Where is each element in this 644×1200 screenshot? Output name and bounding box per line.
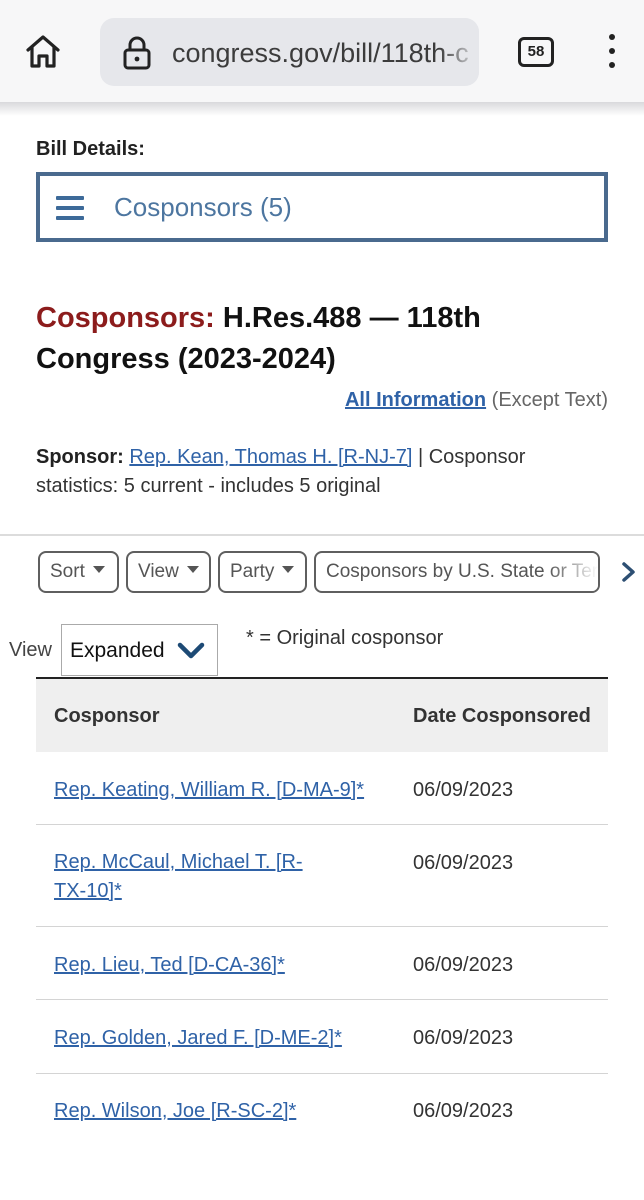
tab-switcher-button[interactable]: 58 — [518, 37, 554, 67]
sort-label: Sort — [50, 561, 85, 582]
column-header-date: Date Cosponsored — [413, 705, 591, 727]
sort-dropdown[interactable]: Sort — [38, 551, 119, 593]
divider — [0, 534, 644, 536]
cosponsors-table: Cosponsor Date Cosponsored Rep. Keating,… — [36, 677, 608, 1148]
all-information-link[interactable]: All Information — [345, 389, 486, 411]
table-row: Rep. Lieu, Ted [D-CA-36]* 06/09/2023 — [36, 927, 608, 1000]
caret-down-icon — [92, 566, 105, 574]
hamburger-icon — [56, 196, 84, 220]
url-fade — [439, 18, 479, 86]
table-header: Cosponsor Date Cosponsored — [36, 679, 608, 752]
toolbar-shadow — [0, 102, 644, 116]
bill-section-selector[interactable]: Cosponsors (5) — [36, 172, 608, 242]
date-cosponsored: 06/09/2023 — [413, 779, 514, 801]
caret-down-icon — [186, 566, 199, 574]
browser-toolbar: congress.gov/bill/118th-c 58 — [0, 0, 644, 102]
lock-icon — [123, 36, 151, 70]
filter-fade — [548, 553, 598, 591]
view-mode-select[interactable]: Expanded — [61, 624, 218, 676]
view-mode-value: Expanded — [70, 639, 165, 662]
title-prefix: Cosponsors: — [36, 302, 215, 334]
all-information-line: All Information (Except Text) — [345, 389, 608, 412]
table-row: Rep. Wilson, Joe [R-SC-2]* 06/09/2023 — [36, 1074, 608, 1148]
column-header-cosponsor: Cosponsor — [54, 705, 160, 727]
date-cosponsored: 06/09/2023 — [413, 1100, 514, 1122]
view-dropdown[interactable]: View — [126, 551, 211, 593]
table-row: Rep. McCaul, Michael T. [R-TX-10]* 06/09… — [36, 825, 608, 927]
sponsor-label: Sponsor: — [36, 446, 124, 468]
bill-details-label: Bill Details: — [36, 138, 145, 160]
sponsor-info: Sponsor: Rep. Kean, Thomas H. [R-NJ-7] |… — [36, 443, 611, 501]
original-cosponsor-note: * = Original cosponsor — [246, 627, 444, 649]
cosponsor-link[interactable]: Rep. McCaul, Michael T. [R-TX-10]* — [54, 848, 329, 906]
cosponsor-link[interactable]: Rep. Lieu, Ted [D-CA-36]* — [54, 951, 384, 980]
page-title: Cosponsors: H.Res.488 — 118th Congress (… — [36, 298, 616, 380]
party-label: Party — [230, 561, 275, 582]
date-cosponsored: 06/09/2023 — [413, 1027, 514, 1049]
cosponsor-link[interactable]: Rep. Keating, William R. [D-MA-9]* — [54, 776, 384, 805]
date-cosponsored: 06/09/2023 — [413, 852, 514, 874]
cosponsor-link[interactable]: Rep. Golden, Jared F. [D-ME-2]* — [54, 1024, 384, 1053]
table-row: Rep. Golden, Jared F. [D-ME-2]* 06/09/20… — [36, 1000, 608, 1074]
view-filter-label: View — [138, 561, 179, 582]
party-dropdown[interactable]: Party — [218, 551, 307, 593]
chevron-down-icon — [177, 642, 205, 659]
table-row: Rep. Keating, William R. [D-MA-9]* 06/09… — [36, 752, 608, 825]
chevron-right-icon[interactable] — [618, 558, 640, 586]
more-menu-icon[interactable] — [602, 34, 622, 72]
section-selector-label: Cosponsors (5) — [114, 192, 292, 222]
view-label: View — [9, 639, 52, 661]
date-cosponsored: 06/09/2023 — [413, 954, 514, 976]
all-information-suffix: (Except Text) — [491, 389, 608, 411]
caret-down-icon — [282, 566, 295, 574]
sponsor-link[interactable]: Rep. Kean, Thomas H. [R-NJ-7] — [129, 446, 412, 468]
address-bar[interactable]: congress.gov/bill/118th-c — [100, 18, 479, 86]
cosponsor-link[interactable]: Rep. Wilson, Joe [R-SC-2]* — [54, 1097, 384, 1126]
url-text: congress.gov/bill/118th-c — [172, 38, 469, 68]
state-dropdown[interactable]: Cosponsors by U.S. State or Territory — [314, 551, 600, 593]
home-icon[interactable] — [24, 32, 62, 70]
